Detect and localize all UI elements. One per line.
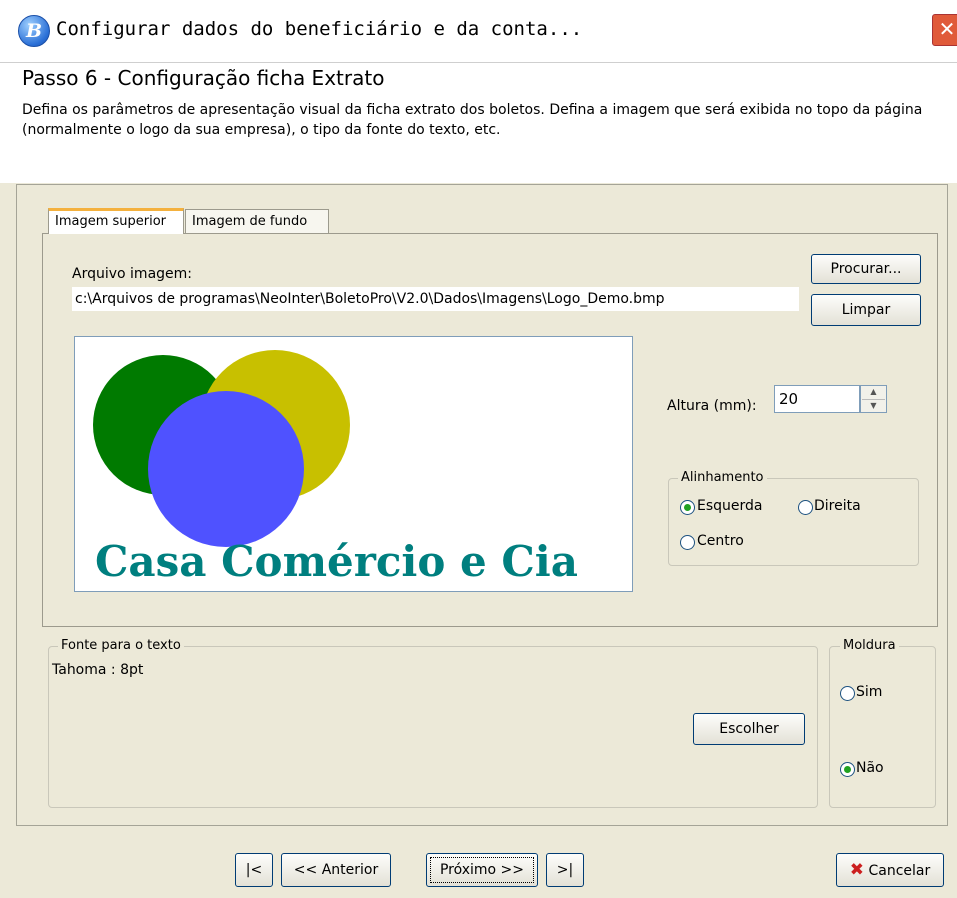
last-button[interactable]: >| <box>546 853 584 887</box>
next-button[interactable]: Próximo >> <box>426 853 538 887</box>
radio-esquerda[interactable] <box>680 500 695 515</box>
previous-button[interactable]: << Anterior <box>281 853 391 887</box>
clear-button[interactable]: Limpar <box>811 294 921 326</box>
logo-caption: Casa Comércio e Cia <box>95 537 578 586</box>
page-description: Defina os parâmetros de apresentação vis… <box>22 102 923 138</box>
radio-centro[interactable] <box>680 535 695 550</box>
alignment-legend: Alinhamento <box>678 470 767 485</box>
image-preview: Casa Comércio e Cia <box>74 336 633 592</box>
spin-up-icon[interactable]: ▲ <box>862 386 885 398</box>
radio-direita[interactable] <box>798 500 813 515</box>
alignment-group <box>668 478 919 566</box>
radio-esquerda-label: Esquerda <box>697 498 763 514</box>
radio-centro-label: Centro <box>697 533 744 549</box>
choose-font-button[interactable]: Escolher <box>693 713 805 745</box>
radio-sim-label: Sim <box>856 684 883 700</box>
font-value: Tahoma : 8pt <box>52 662 144 678</box>
tab-imagem-de-fundo[interactable]: Imagem de fundo <box>185 209 329 233</box>
cancel-icon: ✖ <box>849 860 865 880</box>
tab-label: Imagem de fundo <box>192 214 308 229</box>
font-legend: Fonte para o texto <box>58 638 184 653</box>
file-path-field[interactable]: c:\Arquivos de programas\NeoInter\Boleto… <box>72 287 799 311</box>
cancel-button[interactable]: ✖ Cancelar <box>836 853 944 887</box>
tab-label: Imagem superior <box>55 214 167 229</box>
height-input[interactable]: 20 <box>774 385 860 413</box>
logo-blue-circle <box>148 391 304 547</box>
height-label: Altura (mm): <box>667 398 757 414</box>
radio-direita-label: Direita <box>814 498 861 514</box>
tab-imagem-superior[interactable]: Imagem superior <box>48 208 184 234</box>
close-icon[interactable]: ✕ <box>932 14 957 46</box>
height-stepper[interactable]: ▲ ▼ <box>860 385 887 413</box>
radio-nao[interactable] <box>840 762 855 777</box>
browse-button[interactable]: Procurar... <box>811 254 921 284</box>
window-title: Configurar dados do beneficiário e da co… <box>56 18 583 40</box>
file-label: Arquivo imagem: <box>72 266 192 282</box>
radio-sim[interactable] <box>840 686 855 701</box>
app-logo-icon: B <box>18 15 50 47</box>
cancel-label: Cancelar <box>868 863 931 879</box>
frame-group <box>829 646 936 808</box>
first-button[interactable]: |< <box>235 853 273 887</box>
radio-nao-label: Não <box>856 760 884 776</box>
frame-legend: Moldura <box>840 638 899 653</box>
spin-down-icon[interactable]: ▼ <box>862 399 885 412</box>
page-title: Passo 6 - Configuração ficha Extrato <box>22 66 385 90</box>
